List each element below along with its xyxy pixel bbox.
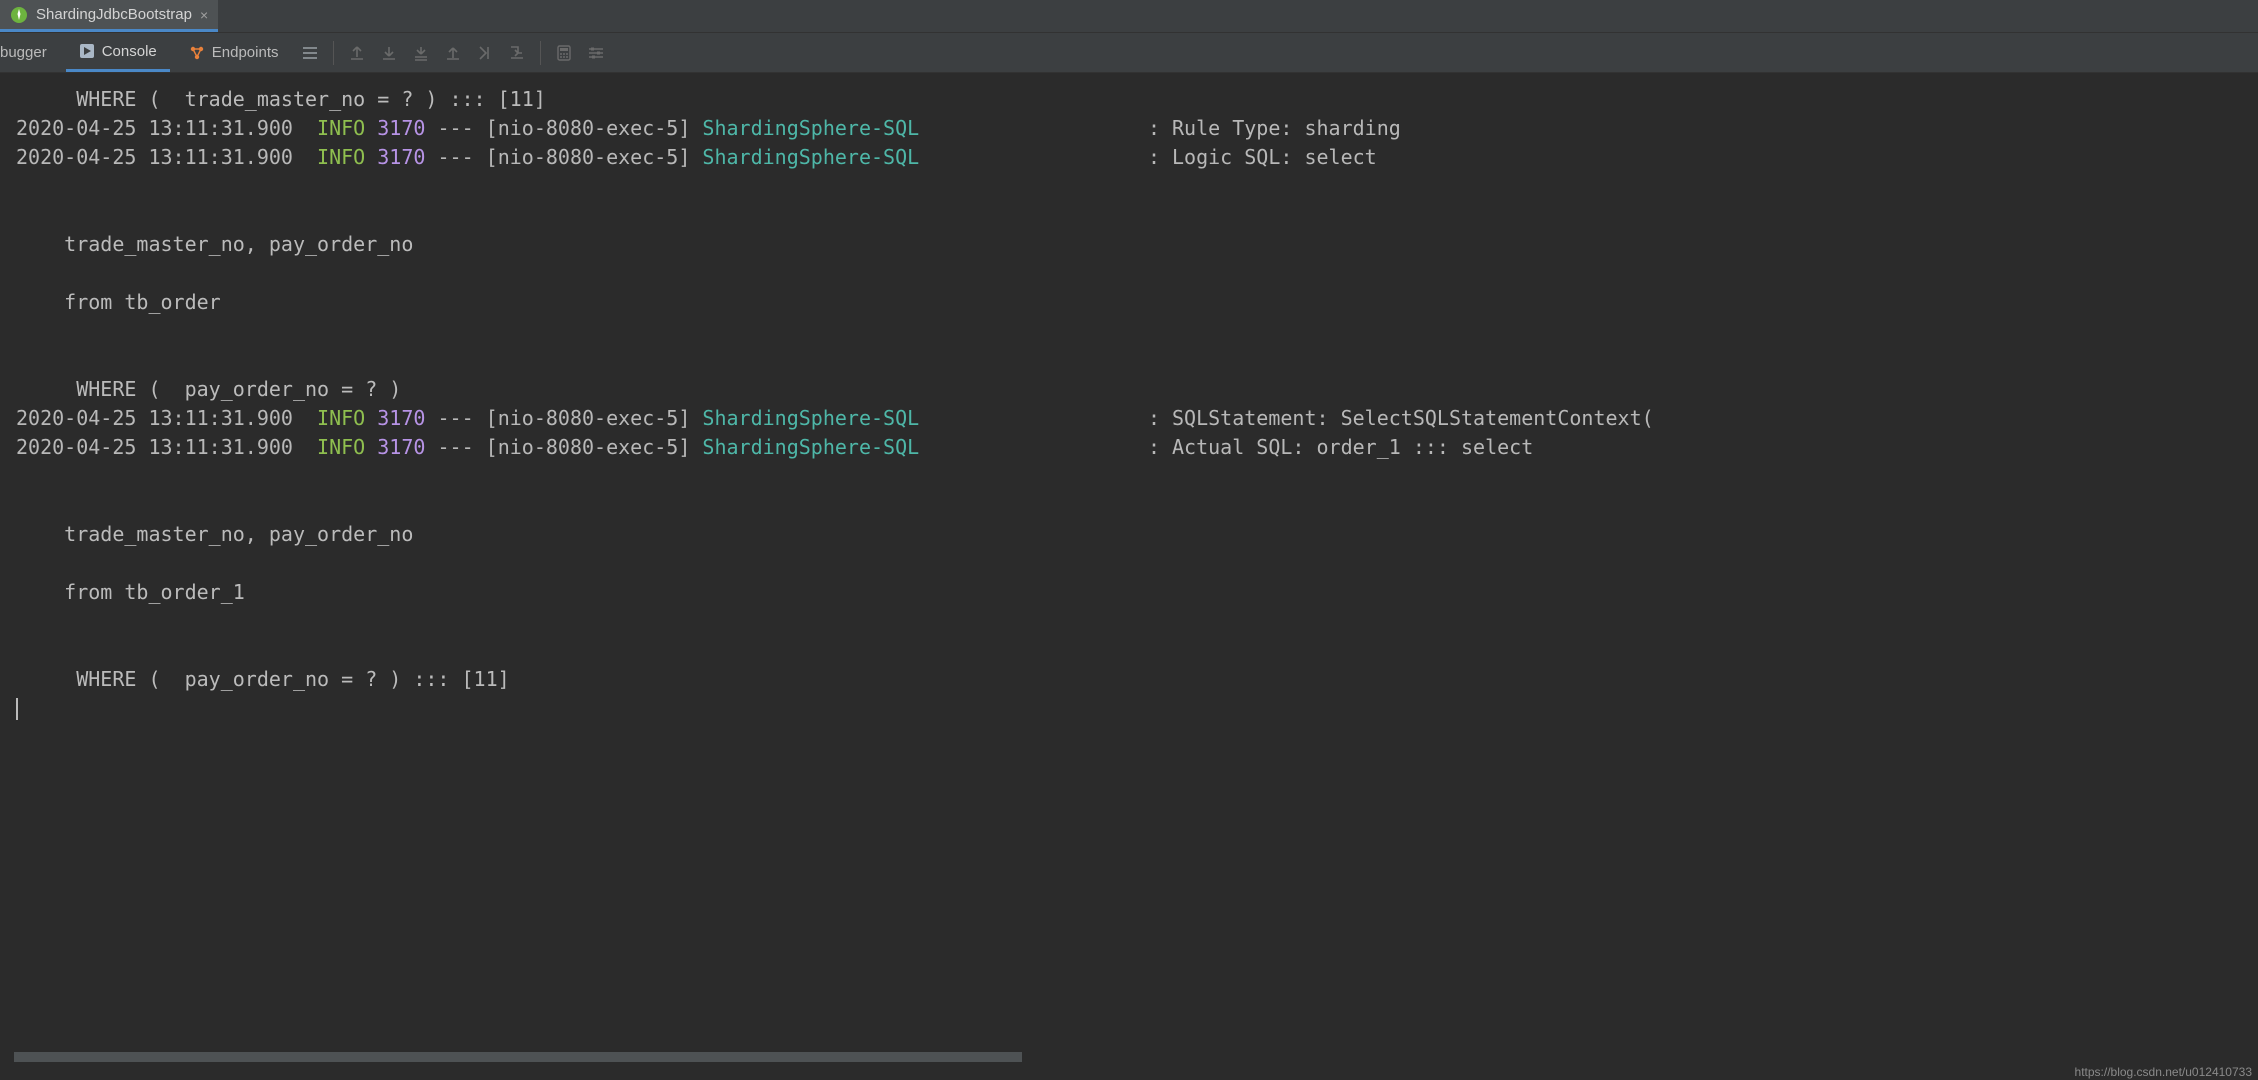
upload-icon[interactable] bbox=[440, 40, 466, 66]
watermark-link: https://blog.csdn.net/u012410733 bbox=[2075, 1065, 2252, 1079]
scrollbar-thumb[interactable] bbox=[14, 1052, 1022, 1062]
console-line: WHERE ( trade_master_no = ? ) ::: [11] bbox=[16, 85, 2258, 114]
tab-endpoints[interactable]: Endpoints bbox=[176, 33, 292, 72]
console-line: trade_master_no, pay_order_no bbox=[16, 520, 2258, 549]
soft-wrap-icon[interactable] bbox=[297, 40, 323, 66]
toolwindow-toolbar: bugger Console Endpoints bbox=[0, 33, 2258, 73]
console-line bbox=[16, 462, 2258, 491]
tab-endpoints-label: Endpoints bbox=[212, 44, 279, 61]
spring-boot-icon bbox=[10, 6, 28, 24]
console-line bbox=[16, 607, 2258, 636]
console-line bbox=[16, 201, 2258, 230]
console-line: WHERE ( pay_order_no = ? ) bbox=[16, 375, 2258, 404]
console-line: trade_master_no, pay_order_no bbox=[16, 230, 2258, 259]
endpoints-icon bbox=[189, 45, 205, 61]
console-line: 2020-04-25 13:11:31.900 INFO 3170 --- [n… bbox=[16, 143, 2258, 172]
run-icon bbox=[79, 43, 95, 59]
console-line bbox=[16, 317, 2258, 346]
calculator-icon[interactable] bbox=[551, 40, 577, 66]
console-line bbox=[16, 491, 2258, 520]
editor-tab-shardingjdbcbootstrap[interactable]: ShardingJdbcBootstrap × bbox=[0, 0, 218, 32]
toolbar-separator bbox=[333, 41, 334, 65]
horizontal-scrollbar[interactable] bbox=[14, 1052, 2254, 1062]
tab-debugger[interactable]: bugger bbox=[0, 33, 60, 72]
console-line bbox=[16, 346, 2258, 375]
toolbar-separator bbox=[540, 41, 541, 65]
console-line: WHERE ( pay_order_no = ? ) ::: [11] bbox=[16, 665, 2258, 694]
console-line bbox=[16, 172, 2258, 201]
settings-sliders-icon[interactable] bbox=[583, 40, 609, 66]
editor-tab-title: ShardingJdbcBootstrap bbox=[36, 6, 192, 23]
console-line bbox=[16, 549, 2258, 578]
download-to-line-icon[interactable] bbox=[408, 40, 434, 66]
console-line bbox=[16, 259, 2258, 288]
console-line bbox=[16, 636, 2258, 665]
download-icon[interactable] bbox=[376, 40, 402, 66]
console-line: from tb_order_1 bbox=[16, 578, 2258, 607]
console-line: from tb_order bbox=[16, 288, 2258, 317]
export-up-icon[interactable] bbox=[344, 40, 370, 66]
console-output[interactable]: WHERE ( trade_master_no = ? ) ::: [11]20… bbox=[0, 73, 2258, 1063]
tab-console-label: Console bbox=[102, 43, 157, 60]
editor-tab-bar: ShardingJdbcBootstrap × bbox=[0, 0, 2258, 33]
step-into-icon[interactable] bbox=[504, 40, 530, 66]
console-line: 2020-04-25 13:11:31.900 INFO 3170 --- [n… bbox=[16, 433, 2258, 462]
console-cursor-line bbox=[16, 694, 2258, 723]
tab-debugger-label: bugger bbox=[0, 44, 47, 61]
close-icon[interactable]: × bbox=[200, 7, 208, 23]
text-cursor bbox=[16, 698, 18, 720]
status-bar: https://blog.csdn.net/u012410733 bbox=[0, 1063, 2258, 1080]
tab-console[interactable]: Console bbox=[66, 33, 170, 72]
step-out-icon[interactable] bbox=[472, 40, 498, 66]
console-line: 2020-04-25 13:11:31.900 INFO 3170 --- [n… bbox=[16, 404, 2258, 433]
console-line: 2020-04-25 13:11:31.900 INFO 3170 --- [n… bbox=[16, 114, 2258, 143]
